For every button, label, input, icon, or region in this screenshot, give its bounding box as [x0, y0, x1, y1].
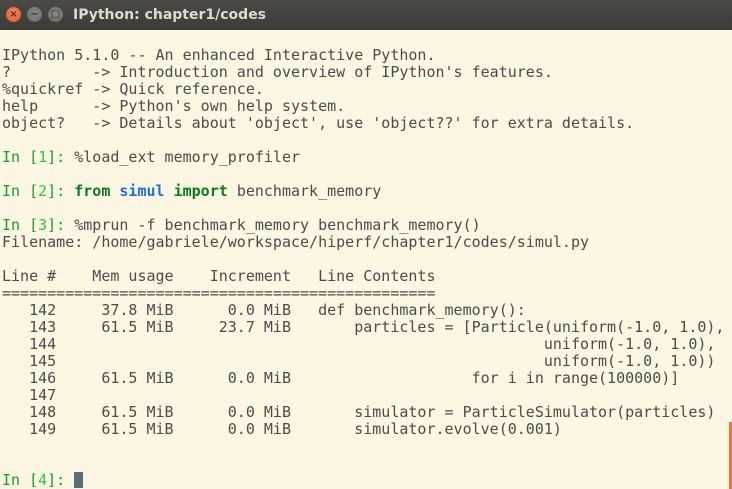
- table-row: 142 37.8 MiB 0.0 MiB def benchmark_memor…: [2, 301, 526, 319]
- banner-line: IPython 5.1.0 -- An enhanced Interactive…: [2, 46, 436, 64]
- input-code: %mprun -f benchmark_memory benchmark_mem…: [74, 216, 481, 234]
- prompt-label: In [: [2, 216, 39, 234]
- prompt-label: In [: [2, 182, 39, 200]
- prompt-number: 2: [38, 182, 48, 200]
- prompt-label: ]:: [47, 216, 75, 234]
- module-name: simul: [119, 182, 165, 200]
- text-cursor: [74, 472, 84, 488]
- input-line-1: In [1]: %load_ext memory_profiler: [2, 149, 300, 166]
- banner-line: help -> Python's own help system.: [2, 97, 346, 115]
- output-line: Filename: /home/gabriele/workspace/hiper…: [2, 233, 589, 251]
- input-line-3: In [3]: %mprun -f benchmark_memory bench…: [2, 217, 481, 234]
- window-title: IPython: chapter1/codes: [73, 7, 267, 23]
- table-row: 146 61.5 MiB 0.0 MiB for i in range(1000…: [2, 369, 680, 387]
- close-icon[interactable]: ×: [6, 7, 21, 22]
- terminal-output[interactable]: IPython 5.1.0 -- An enhanced Interactive…: [0, 30, 732, 489]
- prompt-number: 4: [38, 471, 48, 489]
- prompt-label: In [: [2, 148, 39, 166]
- banner-line: ? -> Introduction and overview of IPytho…: [2, 63, 553, 81]
- table-divider: ========================================…: [2, 284, 436, 302]
- input-line-4[interactable]: In [4]:: [2, 471, 84, 489]
- table-row: 145 uniform(-1.0, 1.0)): [2, 352, 716, 370]
- input-line-2: In [2]: from simul import benchmark_memo…: [2, 183, 381, 200]
- input-code: %load_ext memory_profiler: [74, 148, 301, 166]
- prompt-label: ]:: [47, 148, 75, 166]
- banner-line: %quickref -> Quick reference.: [2, 80, 264, 98]
- keyword-from: from: [74, 182, 111, 200]
- table-row: 144 uniform(-1.0, 1.0),: [2, 335, 716, 353]
- title-bar[interactable]: × − □ IPython: chapter1/codes: [0, 0, 732, 31]
- keyword-import: import: [173, 182, 228, 200]
- prompt-label: ]:: [47, 471, 75, 489]
- prompt-number: 1: [38, 148, 48, 166]
- table-row: 149 61.5 MiB 0.0 MiB simulator.evolve(0.…: [2, 420, 562, 438]
- table-row: 147: [2, 386, 57, 404]
- prompt-label: In [: [2, 471, 39, 489]
- maximize-icon[interactable]: □: [48, 7, 63, 22]
- table-row: 143 61.5 MiB 23.7 MiB particles = [Parti…: [2, 318, 725, 336]
- prompt-label: ]:: [47, 182, 75, 200]
- banner-line: object? -> Details about 'object', use '…: [2, 114, 635, 132]
- table-header: Line # Mem usage Increment Line Contents: [2, 267, 436, 285]
- import-target: benchmark_memory: [236, 182, 382, 200]
- minimize-icon[interactable]: −: [27, 7, 42, 22]
- table-row: 148 61.5 MiB 0.0 MiB simulator = Particl…: [2, 403, 716, 421]
- prompt-number: 3: [38, 216, 48, 234]
